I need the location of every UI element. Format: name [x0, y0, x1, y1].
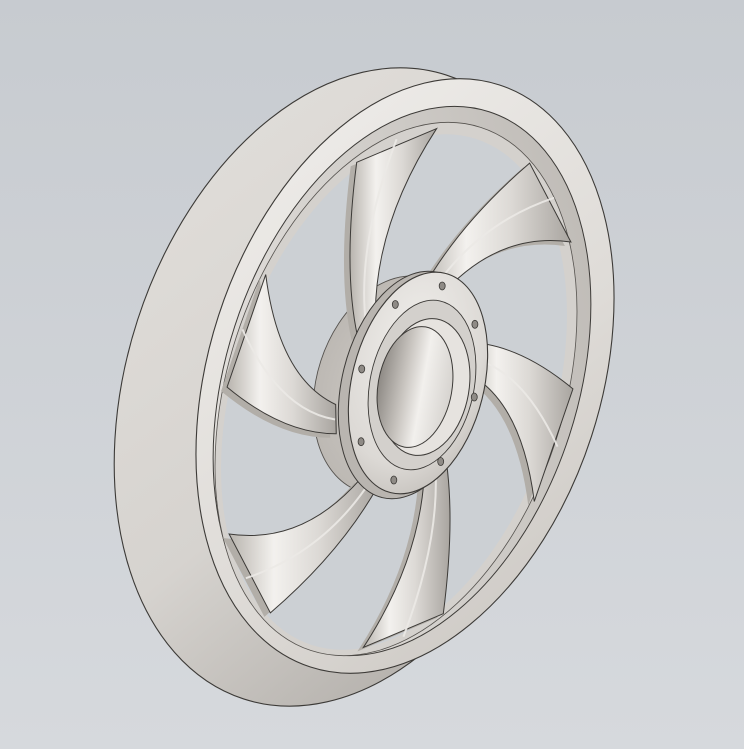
- bolt-hole: [438, 281, 446, 291]
- bolt-hole: [471, 319, 479, 329]
- bolt-hole: [437, 457, 445, 466]
- bolt-hole: [358, 364, 366, 374]
- cad-3d-viewport[interactable]: [0, 0, 744, 749]
- bolt-hole: [391, 300, 399, 309]
- bolt-hole: [357, 437, 365, 447]
- bolt-hole: [390, 475, 398, 485]
- bolt-hole: [470, 392, 478, 402]
